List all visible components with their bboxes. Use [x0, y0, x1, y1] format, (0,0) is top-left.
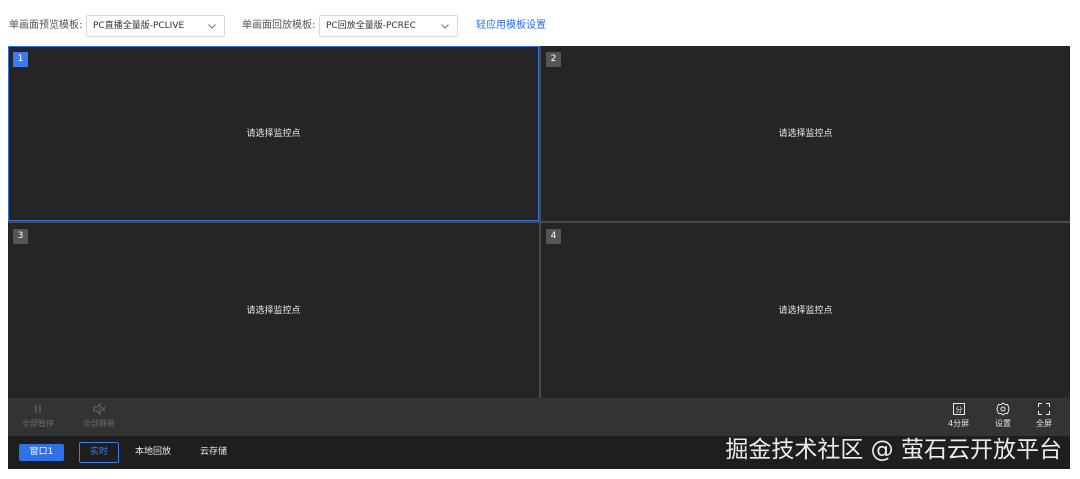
- split-screen-button[interactable]: 分 4分屏: [948, 402, 969, 429]
- player-control-bar: 全部暂停 全部静音 分 4分屏 设置 全屏: [8, 398, 1070, 436]
- pane-placeholder-text: 请选择监控点: [246, 305, 301, 316]
- video-pane-2[interactable]: 2 请选择监控点: [541, 46, 1070, 221]
- video-pane-1[interactable]: 1 请选择监控点: [8, 46, 539, 221]
- speaker-icon: [93, 402, 106, 416]
- video-pane-4[interactable]: 4 请选择监控点: [541, 223, 1070, 398]
- settings-label: 设置: [995, 419, 1011, 428]
- pane-number: 3: [13, 229, 28, 244]
- video-grid: 1 请选择监控点 2 请选择监控点 3 请选择监控点 4 请选择监控点: [8, 46, 1070, 398]
- preview-template-label: 单画面预览模板:: [9, 20, 83, 31]
- settings-button[interactable]: 设置: [995, 402, 1011, 429]
- fullscreen-icon: [1038, 403, 1050, 415]
- fullscreen-label: 全屏: [1036, 419, 1052, 428]
- split-screen-icon: 分: [952, 403, 965, 415]
- watermark-text: 掘金技术社区 @ 萤石云开放平台: [725, 437, 1062, 463]
- pane-placeholder-text: 请选择监控点: [778, 305, 833, 316]
- fullscreen-button[interactable]: 全屏: [1036, 402, 1052, 429]
- template-toolbar: 单画面预览模板: PC直播全量版-PCLIVE 单画面回放模板: PC回放全量版…: [0, 0, 1080, 46]
- split-screen-label: 4分屏: [948, 419, 970, 428]
- preview-template-select[interactable]: PC直播全量版-PCLIVE: [86, 15, 225, 37]
- bottom-tab-bar: 窗口1 实时 本地回放 云存储 掘金技术社区 @ 萤石云开放平台: [8, 436, 1070, 469]
- pane-number: 1: [13, 52, 28, 67]
- mute-all-button[interactable]: 全部静音: [83, 402, 115, 429]
- chevron-down-icon: [208, 24, 216, 29]
- svg-text:分: 分: [955, 405, 962, 414]
- chevron-down-icon: [441, 24, 449, 29]
- pane-number: 4: [546, 229, 561, 244]
- video-pane-3[interactable]: 3 请选择监控点: [8, 223, 539, 398]
- window-select-button[interactable]: 窗口1: [19, 444, 64, 461]
- preview-template-value: PC直播全量版-PCLIVE: [93, 21, 185, 31]
- playback-template-label: 单画面回放模板:: [242, 20, 316, 31]
- mute-all-label: 全部静音: [83, 419, 115, 428]
- playback-template-select[interactable]: PC回放全量版-PCREC: [319, 15, 458, 37]
- tab-realtime[interactable]: 实时: [79, 442, 119, 463]
- tab-cloud-storage[interactable]: 云存储: [200, 446, 227, 458]
- pane-placeholder-text: 请选择监控点: [246, 128, 301, 139]
- pane-placeholder-text: 请选择监控点: [778, 128, 833, 139]
- template-settings-link[interactable]: 轻应用模板设置: [476, 20, 546, 32]
- gear-icon: [996, 402, 1010, 416]
- pane-number: 2: [546, 52, 561, 67]
- tab-local-playback[interactable]: 本地回放: [135, 446, 171, 458]
- pause-all-label: 全部暂停: [22, 419, 54, 428]
- pause-all-button[interactable]: 全部暂停: [22, 402, 54, 429]
- pause-icon: [35, 405, 41, 413]
- playback-template-value: PC回放全量版-PCREC: [326, 21, 416, 31]
